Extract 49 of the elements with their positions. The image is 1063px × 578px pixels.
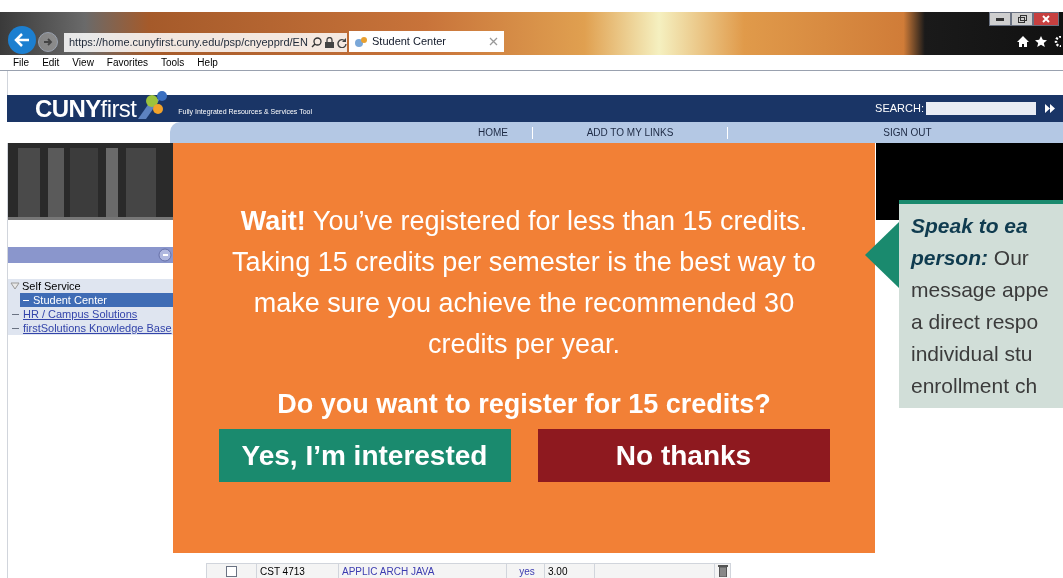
table-cell: APPLIC ARCH JAVA <box>339 564 507 578</box>
home-icon[interactable] <box>1017 36 1029 47</box>
search-field[interactable] <box>926 102 1036 115</box>
tree-item[interactable]: Self Service <box>22 279 81 293</box>
menu-item[interactable]: Help <box>197 55 218 70</box>
search-icon <box>310 37 322 48</box>
minimize-button[interactable] <box>989 12 1011 26</box>
close-icon <box>1042 15 1050 23</box>
refresh-icon <box>336 37 347 48</box>
menu-item[interactable]: View <box>72 55 94 70</box>
menu-item[interactable]: Edit <box>42 55 60 70</box>
nav-link[interactable]: SIGN OUT <box>883 125 932 140</box>
back-button[interactable] <box>8 26 36 54</box>
tree-item[interactable]: Student Center <box>20 293 174 307</box>
tree-link[interactable]: HR / Campus Solutions <box>23 307 138 321</box>
search-go-icon[interactable] <box>1045 104 1055 113</box>
restore-icon <box>1017 15 1027 23</box>
menu-item[interactable]: File <box>13 55 30 70</box>
tree-link[interactable]: firstSolutions Knowledge Base <box>23 321 172 335</box>
nav-link[interactable]: ADD TO MY LINKS <box>586 125 674 140</box>
minimize-icon <box>996 17 1004 21</box>
overlay-question: Do you want to register for 15 credits? <box>277 388 771 421</box>
lock-icon <box>324 37 334 48</box>
close-button[interactable] <box>1033 12 1059 26</box>
search-label: SEARCH: <box>875 101 924 117</box>
back-arrow-icon <box>14 33 30 47</box>
callout-text: Speak to ea person: Our message appe a direct respo individual stu enrollment ch <box>911 213 1050 399</box>
trash-icon[interactable] <box>717 564 728 577</box>
page-icon <box>355 35 368 48</box>
nav-link[interactable]: HOME <box>478 125 508 140</box>
address-bar[interactable]: https://home.cunyfirst.cuny.edu/psp/cnyepprd/EN <box>64 33 347 52</box>
close-tab-icon[interactable] <box>489 37 498 46</box>
collapse-icon[interactable] <box>158 248 172 262</box>
decline-button[interactable]: No thanks <box>537 429 830 482</box>
forward-arrow-icon <box>43 37 53 47</box>
url-text: https://home.cunyfirst.cuny.edu/psp/cnyepprd/EN <box>69 35 308 51</box>
browser-tab[interactable]: Student Center <box>349 31 504 52</box>
menu-item[interactable]: Favorites <box>106 55 148 70</box>
checkbox[interactable] <box>226 566 237 577</box>
table-cell: 3.00 <box>545 564 595 578</box>
logo-text: CUNYfirst <box>35 96 137 121</box>
table-cell: yes <box>507 564 545 578</box>
table-cell: CST 4713 <box>257 564 339 578</box>
forward-button[interactable] <box>38 32 58 52</box>
accept-button[interactable]: Yes, I’m interested <box>218 429 511 482</box>
menu-item[interactable]: Tools <box>161 55 185 70</box>
star-icon[interactable] <box>1035 36 1047 47</box>
overlay-message: Wait! You’ve registered for less than 15 credits. Taking 15 credits per semester is the best way to make sure you achieve the recommended 30 credits per year. <box>231 205 817 361</box>
restore-button[interactable] <box>1011 12 1033 26</box>
